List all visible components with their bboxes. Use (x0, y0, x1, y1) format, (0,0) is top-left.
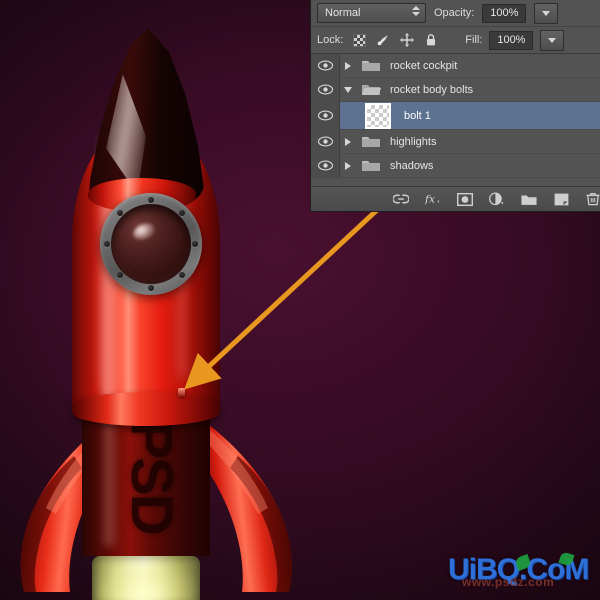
porthole-bolt (104, 241, 110, 247)
porthole-highlight (130, 220, 158, 243)
porthole-bolt (179, 210, 185, 216)
opacity-dropdown-icon[interactable] (534, 2, 559, 24)
rocket-porthole (100, 193, 202, 295)
layer-row-rocket-body-bolts[interactable]: rocket body bolts (311, 78, 600, 102)
porthole-bolt (117, 210, 123, 216)
photoshop-layers-panel: Normal Opacity: 100% Lock: Fill: 100% ro… (310, 0, 600, 212)
fill-input[interactable]: 100% (489, 30, 534, 50)
layer-thumbnail[interactable] (356, 102, 400, 129)
layer-row-highlights[interactable]: highlights (311, 130, 600, 154)
fill-label: Fill: (465, 34, 483, 46)
layer-collapse-chevron-down-icon[interactable] (340, 86, 356, 93)
lock-lock-icon[interactable] (424, 33, 438, 47)
layers-list: rocket cockpit rocket body bolts bolt 1 (311, 54, 600, 178)
layer-name: bolt 1 (404, 109, 431, 122)
porthole-bolt (179, 272, 185, 278)
lock-move-icon[interactable] (400, 33, 415, 47)
porthole-bolt (148, 197, 154, 203)
lock-label: Lock: (317, 34, 344, 46)
nose-cone-shell (88, 28, 204, 203)
layers-panel-toolbar: fx (311, 186, 600, 211)
screenshot-stage: PSD Normal Opacity: 100% Lock: Fill: 100… (0, 0, 600, 600)
layer-row-shadows[interactable]: shadows (311, 154, 600, 178)
blend-mode-select[interactable]: Normal (317, 3, 426, 23)
watermark-sub: www.psdz.com (462, 575, 555, 589)
layer-name: shadows (390, 159, 434, 172)
porthole-bolt (148, 285, 154, 291)
layer-visibility-eye-icon[interactable] (311, 78, 340, 101)
layer-expand-chevron-right-icon[interactable] (340, 161, 356, 170)
layer-visibility-eye-icon[interactable] (311, 54, 340, 77)
porthole-bolt (117, 272, 123, 278)
layer-name: highlights (390, 135, 437, 148)
layer-visibility-eye-icon[interactable] (311, 102, 340, 129)
layer-folder-icon (356, 134, 386, 149)
layer-folder-icon (356, 158, 386, 173)
blend-mode-value: Normal (325, 7, 361, 19)
adjustment-layer-icon[interactable] (489, 191, 505, 207)
opacity-input[interactable]: 100% (482, 3, 527, 23)
layer-expand-chevron-right-icon[interactable] (340, 137, 356, 146)
new-group-icon[interactable] (521, 191, 537, 207)
lock-row: Lock: Fill: 100% (311, 27, 600, 54)
rocket-mid-band (72, 392, 220, 426)
svg-text:fx: fx (425, 193, 435, 206)
layer-visibility-eye-icon[interactable] (311, 130, 340, 153)
layer-row-rocket-cockpit[interactable]: rocket cockpit (311, 54, 600, 78)
layer-folder-open-icon (356, 82, 386, 97)
layer-name: rocket body bolts (390, 83, 474, 96)
layer-visibility-eye-icon[interactable] (311, 154, 340, 177)
blend-mode-row: Normal Opacity: 100% (311, 0, 600, 27)
rocket-exhaust-glow (96, 562, 196, 600)
blend-mode-stepper-icon[interactable] (412, 6, 420, 16)
layer-style-fx-icon[interactable]: fx (425, 191, 441, 207)
watermark: UiBQ.CoM www.psdz.com (448, 551, 598, 589)
layer-row-bolt-1[interactable]: bolt 1 (311, 102, 600, 130)
rocket-bolt-target (178, 388, 185, 397)
lock-transparency-checker-icon[interactable] (352, 33, 366, 47)
add-layer-mask-icon[interactable] (457, 191, 473, 207)
link-layers-icon[interactable] (393, 191, 409, 207)
rocket-body-label: PSD (119, 420, 185, 534)
opacity-label: Opacity: (434, 7, 475, 19)
layer-name: rocket cockpit (390, 59, 458, 72)
delete-layer-icon[interactable] (585, 191, 600, 207)
layer-expand-chevron-right-icon[interactable] (340, 61, 356, 70)
porthole-bolt (192, 241, 198, 247)
new-layer-icon[interactable] (553, 191, 569, 207)
lock-brush-icon[interactable] (376, 33, 390, 47)
fill-dropdown-icon[interactable] (540, 29, 565, 51)
layer-folder-icon (356, 58, 386, 73)
